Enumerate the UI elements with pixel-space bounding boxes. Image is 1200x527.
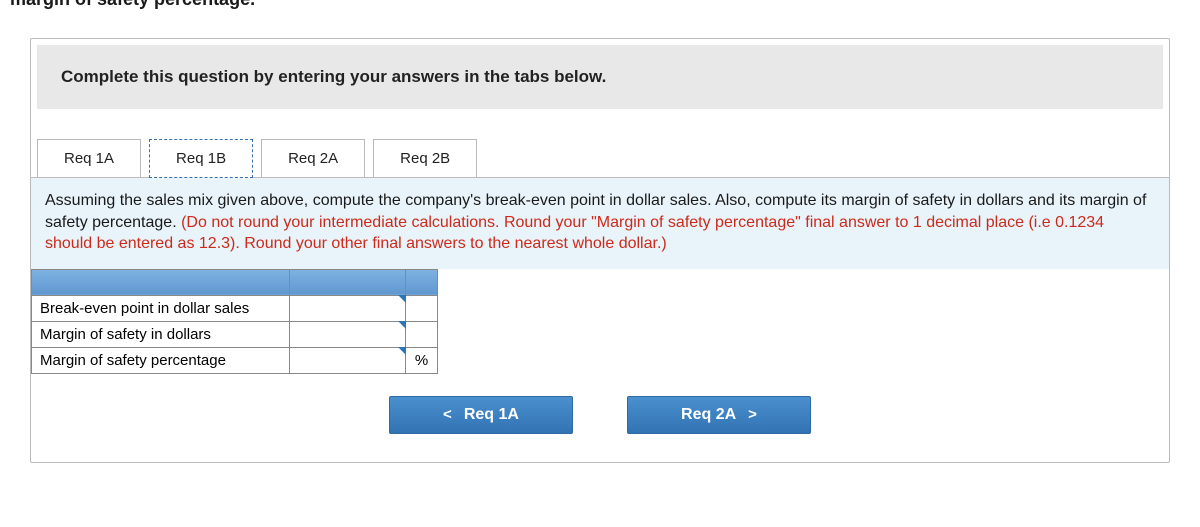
row-input-cell (290, 347, 406, 373)
instruction-text: Complete this question by entering your … (61, 67, 606, 86)
prompt-text-red: (Do not round your intermediate calculat… (181, 214, 504, 231)
table-header-row (32, 269, 438, 295)
row-input-cell (290, 321, 406, 347)
tab-label: Req 1B (176, 150, 226, 167)
tabs-row: Req 1A Req 1B Req 2A Req 2B (31, 139, 1169, 178)
question-prompt: Assuming the sales mix given above, comp… (31, 177, 1169, 269)
nav-row: < Req 1A Req 2A > (31, 374, 1169, 462)
break-even-dollar-sales-input[interactable] (290, 296, 405, 321)
instruction-bar: Complete this question by entering your … (37, 45, 1163, 109)
prev-tab-button[interactable]: < Req 1A (389, 396, 573, 434)
margin-of-safety-percentage-input[interactable] (290, 348, 405, 373)
row-label: Margin of safety in dollars (32, 321, 290, 347)
tab-label: Req 2B (400, 150, 450, 167)
margin-of-safety-dollars-input[interactable] (290, 322, 405, 347)
prompt-text-red: Round your other final answers to the ne… (244, 235, 666, 252)
row-unit (406, 321, 438, 347)
header-cell-empty (32, 269, 290, 295)
tab-req-2a[interactable]: Req 2A (261, 139, 365, 178)
tab-req-2b[interactable]: Req 2B (373, 139, 477, 178)
answer-table: Break-even point in dollar sales Margin … (31, 269, 438, 374)
table-row: Margin of safety percentage % (32, 347, 438, 373)
row-unit (406, 295, 438, 321)
row-label: Margin of safety percentage (32, 347, 290, 373)
chevron-right-icon: > (748, 406, 757, 423)
row-label: Break-even point in dollar sales (32, 295, 290, 321)
table-row: Margin of safety in dollars (32, 321, 438, 347)
previous-page-fragment: margin of safety percentage. (0, 0, 1200, 12)
row-input-cell (290, 295, 406, 321)
header-cell-empty (406, 269, 438, 295)
next-button-label: Req 2A (681, 406, 736, 424)
question-card: Complete this question by entering your … (30, 38, 1170, 463)
tab-label: Req 2A (288, 150, 338, 167)
next-tab-button[interactable]: Req 2A > (627, 396, 811, 434)
header-cell-empty (290, 269, 406, 295)
chevron-left-icon: < (443, 406, 452, 423)
tab-req-1a[interactable]: Req 1A (37, 139, 141, 178)
row-unit: % (406, 347, 438, 373)
table-row: Break-even point in dollar sales (32, 295, 438, 321)
tab-req-1b[interactable]: Req 1B (149, 139, 253, 178)
prev-button-label: Req 1A (464, 406, 519, 424)
tab-label: Req 1A (64, 150, 114, 167)
